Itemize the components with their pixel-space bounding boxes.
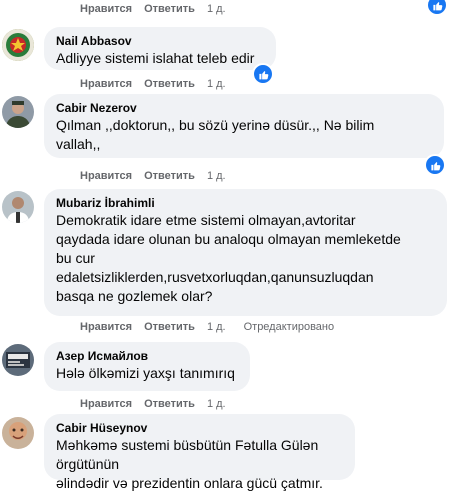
reply-link[interactable]: Ответить [144,3,195,15]
avatar[interactable] [2,29,34,61]
timestamp[interactable]: 1 д. [207,78,226,90]
comment-author[interactable]: Mubariz İbrahimli [56,195,435,211]
comment-author[interactable]: Cabir Nezerov [56,100,432,116]
like-reaction-icon[interactable] [424,154,446,176]
edited-label: Отредактировано [243,321,335,333]
comment-text: Demokratik idare etme sistemi olmayan,av… [56,212,401,304]
comment-actions: Нравится Ответить 1 д. [80,3,226,15]
comment-actions: Нравится Ответить 1 д. Отредактировано [80,321,334,333]
thumbs-up-icon [258,70,268,79]
avatar[interactable] [2,417,34,449]
like-link[interactable]: Нравится [80,3,132,15]
comment-bubble: Cabir Hüseynov Məhkəmə sustemi büsbütün … [44,414,355,491]
comment-bubble: Cabir Nezerov Qılman ,,doktorun,, bu söz… [44,94,444,158]
avatar[interactable] [2,344,34,376]
comment-text: Adliyye sistemi islahat teleb edir [56,50,255,66]
thumbs-up-icon [432,1,442,10]
comment-text: Məhkəmə sustemi büsbütün Fətulla Gülən ö… [56,437,323,491]
avatar[interactable] [2,96,34,128]
comment-text: Hələ ölkəmizi yaxşı tanımırıq [56,365,235,381]
comment-author[interactable]: Азер Исмайлов [56,348,238,364]
reply-link[interactable]: Ответить [144,170,195,182]
timestamp[interactable]: 1 д. [207,3,226,15]
like-reaction-icon[interactable] [426,0,448,16]
like-link[interactable]: Нравится [80,398,132,410]
avatar[interactable] [2,191,34,223]
emblem-avatar-image [2,29,34,61]
comment-bubble: Mubariz İbrahimli Demokratik idare etme … [44,189,447,316]
like-link[interactable]: Нравится [80,321,132,333]
comment-text: Qılman ,,doktorun,, bu sözü yerinə düsür… [56,117,375,152]
reply-link[interactable]: Ответить [144,321,195,333]
comment-actions: Нравится Ответить 1 д. [80,170,226,182]
thumbs-up-icon [430,161,440,170]
timestamp[interactable]: 1 д. [207,170,226,182]
reply-link[interactable]: Ответить [144,78,195,90]
comment-actions: Нравится Ответить 1 д. [80,398,226,410]
timestamp[interactable]: 1 д. [207,398,226,410]
like-reaction-icon[interactable] [252,63,274,85]
comment-actions: Нравится Ответить 1 д. [80,78,226,90]
comment-bubble: Nail Abbasov Adliyye sistemi islahat tel… [44,27,276,70]
timestamp[interactable]: 1 д. [207,321,226,333]
like-link[interactable]: Нравится [80,78,132,90]
comment-author[interactable]: Nail Abbasov [56,33,264,49]
person-avatar-image [2,191,34,223]
person-avatar-image [2,96,34,128]
press-avatar-image [2,344,34,376]
like-link[interactable]: Нравится [80,170,132,182]
person-avatar-image [2,417,34,449]
comment-author[interactable]: Cabir Hüseynov [56,420,343,436]
reply-link[interactable]: Ответить [144,398,195,410]
comment-bubble: Азер Исмайлов Hələ ölkəmizi yaxşı tanımı… [44,342,250,391]
